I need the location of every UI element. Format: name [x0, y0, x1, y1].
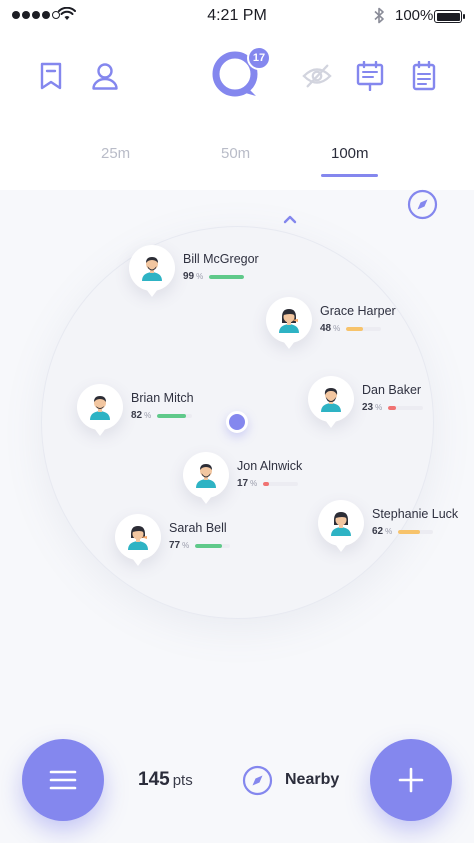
match-percent-sign: %	[333, 324, 341, 333]
person-name: Stephanie Luck	[372, 507, 459, 521]
match-score: 82	[131, 410, 143, 421]
person-name: Jon Alnwick	[237, 459, 303, 473]
match-bar	[263, 481, 299, 486]
person-name: Brian Mitch	[131, 391, 194, 405]
person-match: 17 %	[237, 478, 299, 489]
event-board-icon[interactable]	[355, 60, 385, 92]
person-name: Dan Baker	[362, 383, 422, 397]
person-match: 62 %	[372, 526, 434, 537]
avatar-man-icon	[321, 388, 341, 412]
match-score: 62	[372, 526, 384, 537]
battery-percent: 100%	[395, 7, 434, 24]
avatar-man-icon	[196, 464, 216, 488]
bookmark-icon[interactable]	[36, 60, 66, 92]
avatar	[318, 500, 364, 552]
match-score: 48	[320, 323, 332, 334]
match-score: 99	[183, 271, 195, 282]
match-bar-fill	[388, 405, 397, 410]
match-percent-sign: %	[144, 411, 152, 420]
avatar-man-icon	[90, 396, 110, 420]
match-bar	[195, 543, 231, 548]
avatar-woman-icon	[128, 526, 148, 550]
active-tab-indicator	[321, 174, 378, 177]
person-name: Bill McGregor	[183, 252, 259, 266]
avatar	[308, 376, 354, 428]
avatar	[77, 384, 123, 436]
avatar-woman-icon	[331, 512, 351, 536]
nearby-button[interactable]: Nearby	[242, 763, 339, 797]
person-name: Sarah Bell	[169, 521, 227, 535]
person-match: 99 %	[183, 271, 245, 282]
nearby-label: Nearby	[285, 771, 340, 788]
hidden-eye-icon[interactable]	[302, 60, 332, 92]
distance-tabs: 25m 50m 100m	[0, 140, 474, 180]
avatar	[129, 245, 175, 297]
match-bar-fill	[195, 543, 223, 548]
menu-icon	[49, 770, 77, 790]
match-bar-fill	[398, 529, 420, 534]
person-match: 77 %	[169, 540, 231, 551]
tab-100m[interactable]: 100m	[331, 145, 369, 162]
avatar-woman-icon	[279, 309, 299, 333]
my-location-dot	[226, 411, 248, 433]
match-bar-fill	[209, 274, 244, 279]
match-bar	[398, 529, 434, 534]
match-percent-sign: %	[250, 479, 258, 488]
person-match: 48 %	[320, 323, 382, 334]
person-match: 82 %	[131, 410, 193, 421]
bluetooth-icon	[374, 7, 384, 24]
plus-icon	[398, 767, 424, 793]
person-name: Grace Harper	[320, 304, 396, 318]
match-percent-sign: %	[375, 403, 383, 412]
avatar	[266, 297, 312, 349]
match-bar	[209, 274, 245, 279]
chat-badge: 17	[247, 46, 271, 70]
calendar-icon[interactable]	[409, 60, 439, 92]
match-score: 77	[169, 540, 181, 551]
match-bar	[346, 326, 382, 331]
status-bar: 4:21 PM 100%	[0, 0, 474, 32]
compass-icon	[242, 765, 273, 795]
match-score: 17	[237, 478, 249, 489]
match-bar-fill	[346, 326, 364, 331]
match-bar-fill	[263, 481, 270, 486]
tab-50m[interactable]: 50m	[221, 145, 250, 162]
avatar-man-icon	[142, 257, 162, 281]
match-bar	[157, 413, 193, 418]
match-percent-sign: %	[196, 272, 204, 281]
menu-button[interactable]	[22, 739, 104, 821]
tab-25m[interactable]: 25m	[101, 145, 130, 162]
points-display: 145 pts	[138, 769, 193, 791]
avatar	[115, 514, 161, 566]
match-percent-sign: %	[385, 527, 393, 536]
profile-icon[interactable]	[90, 60, 120, 92]
chat-button[interactable]: 17	[212, 46, 271, 102]
avatar	[183, 452, 229, 504]
compass-icon[interactable]	[407, 189, 438, 220]
points-unit: pts	[172, 772, 193, 789]
match-percent-sign: %	[182, 541, 190, 550]
points-value: 145	[138, 769, 170, 790]
match-bar	[388, 405, 424, 410]
direction-caret-icon	[283, 215, 297, 224]
battery-icon	[434, 10, 465, 23]
person-match: 23 %	[362, 402, 424, 413]
match-bar-fill	[157, 413, 186, 418]
add-button[interactable]	[370, 739, 452, 821]
match-score: 23	[362, 402, 374, 413]
